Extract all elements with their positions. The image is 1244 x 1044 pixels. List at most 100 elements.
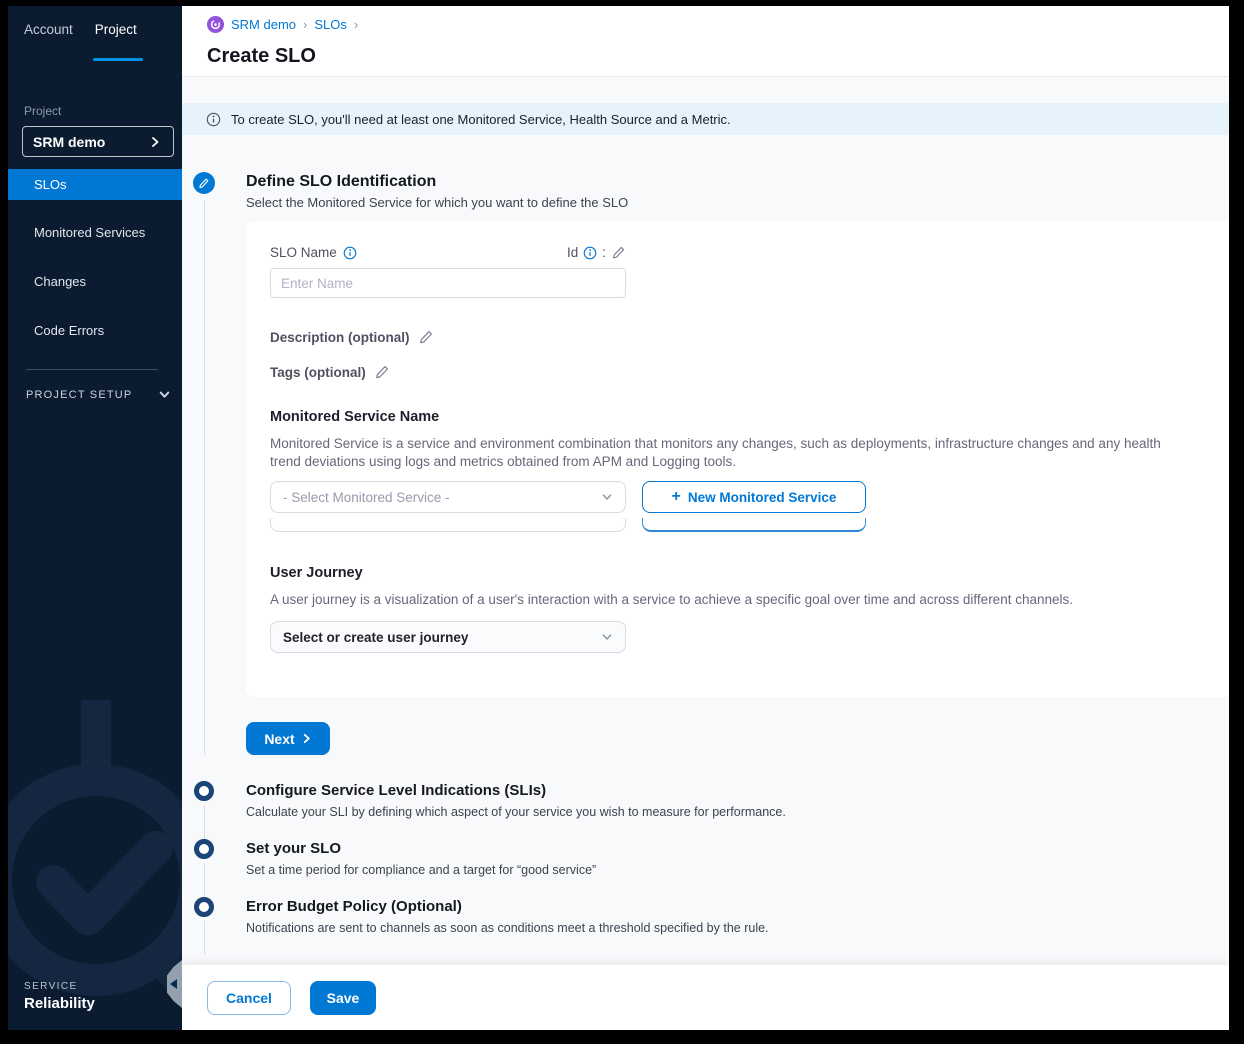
- name-id-label-row: SLO Name Id :: [270, 245, 626, 260]
- monitored-service-select-value: - Select Monitored Service -: [283, 490, 450, 505]
- tags-edit-pencil-icon[interactable]: [374, 364, 390, 380]
- step1-title: Define SLO Identification: [246, 172, 1229, 192]
- project-selector[interactable]: SRM demo: [22, 126, 174, 157]
- chevron-down-icon: [601, 491, 613, 503]
- step-set-your-slo[interactable]: Set your SLO Set a time period for compl…: [182, 839, 1229, 897]
- step2-body: Configure Service Level Indications (SLI…: [246, 781, 1229, 839]
- tags-label-text: Tags (optional): [270, 365, 366, 380]
- slo-name-label: SLO Name: [270, 245, 357, 260]
- plus-icon: +: [672, 489, 681, 505]
- step3-body: Set your SLO Set a time period for compl…: [246, 839, 1229, 897]
- step1-icon-column: [182, 172, 246, 755]
- project-setup-toggle[interactable]: PROJECT SETUP: [26, 388, 182, 401]
- new-monitored-service-button-ghost: [642, 518, 866, 532]
- user-journey-title: User Journey: [270, 565, 1205, 581]
- breadcrumb-separator-icon: ›: [354, 17, 358, 32]
- tab-account[interactable]: Account: [24, 22, 73, 49]
- main-panel: SRM demo › SLOs › Create SLO To create S…: [182, 6, 1229, 1030]
- user-journey-description: A user journey is a visualization of a u…: [270, 591, 1190, 609]
- step1-subtitle: Select the Monitored Service for which y…: [246, 195, 1229, 210]
- tags-optional: Tags (optional): [270, 364, 1205, 380]
- breadcrumb-separator-icon: ›: [303, 17, 307, 32]
- new-monitored-service-button[interactable]: + New Monitored Service: [642, 481, 866, 513]
- save-button[interactable]: Save: [310, 981, 376, 1015]
- srm-module-icon: [207, 16, 224, 33]
- slo-identification-card: SLO Name Id :: [246, 221, 1229, 697]
- edit-step-icon: [193, 172, 215, 194]
- info-icon: [206, 112, 221, 127]
- step3-title: Set your SLO: [246, 839, 1229, 859]
- page-header: SRM demo › SLOs › Create SLO: [182, 6, 1229, 77]
- step-configure-slis[interactable]: Configure Service Level Indications (SLI…: [182, 781, 1229, 839]
- step2-subtitle: Calculate your SLI by defining which asp…: [246, 805, 1229, 819]
- page-content: To create SLO, you'll need at least one …: [182, 77, 1229, 965]
- tab-project[interactable]: Project: [95, 22, 137, 49]
- step1-body: Define SLO Identification Select the Mon…: [246, 172, 1229, 755]
- step4-subtitle: Notifications are sent to channels as so…: [246, 921, 1229, 935]
- step3-icon-column: [182, 839, 246, 897]
- user-journey-select[interactable]: Select or create user journey: [270, 621, 626, 653]
- monitored-service-select[interactable]: - Select Monitored Service -: [270, 481, 626, 513]
- collapse-left-icon: [170, 979, 177, 989]
- breadcrumb-link-project[interactable]: SRM demo: [231, 17, 296, 32]
- step4-icon-column: [182, 897, 246, 955]
- step-ring-icon: [194, 839, 214, 859]
- slo-id-group: Id :: [567, 245, 626, 260]
- sidebar-item-changes[interactable]: Changes: [8, 265, 182, 298]
- sidebar-collapse-button[interactable]: [167, 960, 182, 1008]
- slo-name-label-text: SLO Name: [270, 245, 337, 260]
- overlapping-controls-row: [270, 518, 1205, 532]
- step4-body: Error Budget Policy (Optional) Notificat…: [246, 897, 1229, 955]
- sidebar-item-slos[interactable]: SLOs: [8, 169, 182, 200]
- description-label-text: Description (optional): [270, 330, 410, 345]
- step-define-slo: Define SLO Identification Select the Mon…: [182, 172, 1229, 755]
- breadcrumb-link-slos[interactable]: SLOs: [314, 17, 347, 32]
- project-selector-value: SRM demo: [33, 134, 105, 150]
- id-colon: :: [602, 245, 606, 260]
- sidebar-item-code-errors[interactable]: Code Errors: [8, 314, 182, 347]
- app-window: Account Project Project SRM demo SLOs Mo…: [8, 6, 1229, 1030]
- step2-icon-column: [182, 781, 246, 839]
- page-title: Create SLO: [207, 45, 1229, 68]
- id-label-text: Id: [567, 245, 578, 260]
- step-connector-line: [204, 200, 205, 755]
- sidebar-item-monitored-services[interactable]: Monitored Services: [8, 216, 182, 249]
- step-connector-line: [204, 805, 205, 839]
- slo-name-input[interactable]: [270, 268, 626, 298]
- description-edit-pencil-icon[interactable]: [418, 329, 434, 345]
- info-banner: To create SLO, you'll need at least one …: [182, 103, 1229, 135]
- sidebar-divider: [26, 369, 158, 370]
- id-edit-pencil-icon[interactable]: [611, 245, 626, 260]
- brand-block: SERVICE Reliability: [24, 981, 95, 1012]
- breadcrumb: SRM demo › SLOs ›: [207, 16, 1229, 33]
- monitored-service-description: Monitored Service is a service and envir…: [270, 435, 1190, 471]
- step-connector-line: [204, 921, 205, 955]
- brand-product-label: Reliability: [24, 995, 95, 1012]
- monitored-service-row: - Select Monitored Service - + New Monit…: [270, 481, 1205, 513]
- project-setup-label: PROJECT SETUP: [26, 389, 132, 401]
- step3-subtitle: Set a time period for compliance and a t…: [246, 863, 1229, 877]
- sidebar: Account Project Project SRM demo SLOs Mo…: [8, 6, 182, 1030]
- next-button[interactable]: Next: [246, 722, 330, 755]
- step2-title: Configure Service Level Indications (SLI…: [246, 781, 1229, 801]
- info-banner-text: To create SLO, you'll need at least one …: [231, 112, 731, 127]
- cancel-button[interactable]: Cancel: [207, 981, 291, 1015]
- monitored-service-select-ghost: [270, 518, 626, 532]
- new-monitored-service-label: New Monitored Service: [688, 490, 837, 505]
- slo-name-info-icon[interactable]: [343, 246, 357, 260]
- chevron-right-icon: [149, 136, 161, 148]
- scope-tabs: Account Project: [8, 6, 182, 49]
- id-info-icon[interactable]: [583, 246, 597, 260]
- later-steps: Configure Service Level Indications (SLI…: [182, 781, 1229, 955]
- project-label: Project: [24, 104, 182, 118]
- step-error-budget-policy[interactable]: Error Budget Policy (Optional) Notificat…: [182, 897, 1229, 955]
- monitored-service-title: Monitored Service Name: [270, 409, 1205, 425]
- brand-service-label: SERVICE: [24, 981, 95, 992]
- chevron-down-icon: [158, 388, 171, 401]
- action-footer: Cancel Save: [182, 965, 1229, 1030]
- step4-title: Error Budget Policy (Optional): [246, 897, 1229, 917]
- chevron-down-icon: [601, 631, 613, 643]
- description-optional: Description (optional): [270, 329, 1205, 345]
- next-button-label: Next: [264, 731, 294, 747]
- step-ring-icon: [194, 781, 214, 801]
